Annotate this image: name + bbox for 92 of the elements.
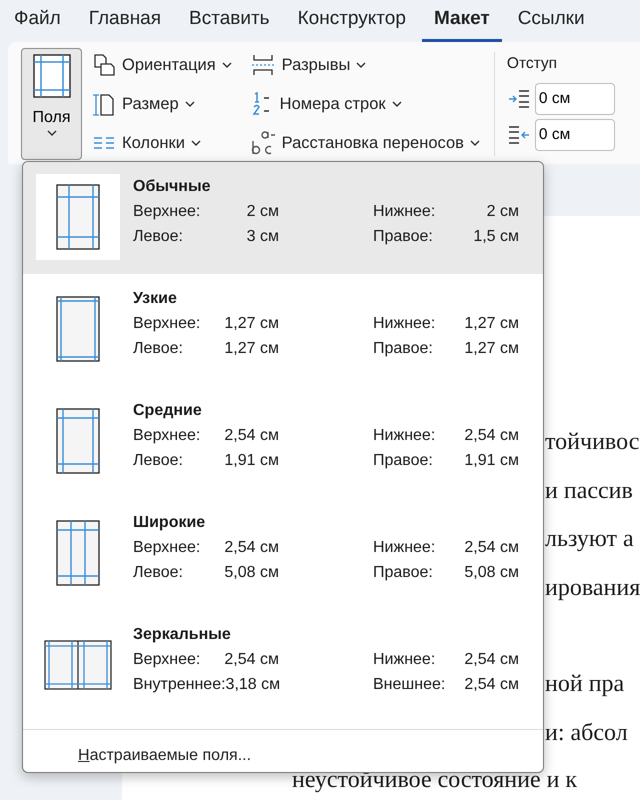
caret-icon	[222, 62, 232, 68]
margin-value: 2,54 см	[464, 538, 519, 558]
margin-label: Нижнее:	[373, 314, 436, 334]
ribbon-tab[interactable]: Ссылки	[506, 4, 597, 42]
ribbon-button[interactable]: Колонки	[90, 126, 234, 160]
ribbon-button[interactable]: Размер	[90, 87, 234, 121]
margin-value: 1,27 см	[224, 339, 279, 359]
hyphenation-icon	[250, 129, 276, 157]
text-fragment: и пассив	[545, 478, 633, 504]
margin-label: Нижнее:	[373, 650, 436, 670]
margin-value: 1,5 см	[473, 227, 519, 247]
ribbon-button[interactable]: Номера строк	[248, 87, 482, 121]
preset-name: Зеркальные	[133, 625, 232, 645]
ribbon-tab[interactable]: Главная	[76, 4, 174, 42]
margins-icon	[32, 54, 70, 98]
ribbon-tab[interactable]: Файл	[2, 4, 73, 42]
margin-label: Верхнее:	[133, 202, 200, 222]
text-fragment: ирования	[545, 574, 640, 600]
preset-name: Средние	[133, 401, 203, 421]
margin-value: 2,54 см	[224, 426, 279, 446]
margin-label: Правое:	[373, 563, 433, 583]
margin-value: 1,27 см	[224, 314, 279, 334]
margin-preset[interactable]: Широкие Верхнее: 2,54 см Нижнее: 2,54 см Левое: 5,08 см Правое: 5,08 см	[23, 498, 543, 610]
page-margins-icon	[56, 408, 100, 474]
margin-value: 2,54 см	[464, 675, 519, 695]
custom-margins-link[interactable]: Настраиваемые поля...	[78, 744, 252, 768]
ribbon-tab[interactable]: Конструктор	[286, 4, 418, 42]
indent-field[interactable]: 0 см	[534, 119, 615, 152]
margin-label: Левое:	[133, 227, 183, 247]
margin-preset[interactable]: Обычные Верхнее: 2 см Нижнее: 2 см Левое: 3 см Правое: 1,5 см	[23, 162, 543, 274]
margin-value: 2 см	[246, 202, 279, 222]
margin-value: 2,54 см	[464, 650, 519, 670]
margin-label: Правое:	[373, 227, 433, 247]
preset-name: Широкие	[133, 513, 206, 533]
group-label: Отступ	[506, 54, 558, 74]
text-line: неустойчивое состояние и к	[292, 767, 578, 793]
ribbon-button[interactable]: Ориентация	[90, 48, 234, 82]
page-break-icon	[250, 53, 276, 77]
preset-name: Узкие	[133, 289, 178, 309]
margin-label: Внутреннее:	[133, 675, 226, 695]
margin-label: Нижнее:	[373, 426, 436, 446]
margin-label: Нижнее:	[373, 538, 436, 558]
caret-icon	[392, 101, 402, 107]
margin-label: Левое:	[133, 563, 183, 583]
margin-label: Верхнее:	[133, 538, 200, 558]
text-fragment: тойчивос	[545, 429, 640, 455]
margin-label: Правое:	[373, 339, 433, 359]
caret-icon	[46, 130, 56, 136]
ribbon-button[interactable]: Расстановка переносов	[248, 126, 482, 160]
page-margins-icon	[44, 640, 112, 690]
caret-icon	[356, 62, 366, 68]
page-margins-icon	[56, 296, 100, 362]
margin-label: Верхнее:	[133, 314, 200, 334]
margin-label: Левое:	[133, 339, 183, 359]
caret-icon	[184, 101, 195, 107]
margin-label: Верхнее:	[133, 426, 200, 446]
page-margins-icon	[56, 184, 100, 250]
margin-value: 1,91 см	[224, 451, 279, 471]
margin-label: Верхнее:	[133, 650, 200, 670]
text-fragment: и: абсол	[545, 720, 628, 746]
ribbon-tab[interactable]: Вставить	[177, 4, 282, 42]
margin-label: Левое:	[133, 451, 183, 471]
margins-button[interactable]: Поля	[21, 48, 82, 160]
indent-right-icon	[506, 125, 531, 146]
margin-label: Нижнее:	[373, 202, 436, 222]
margin-value: 1,27 см	[464, 339, 519, 359]
indent-left-icon	[506, 89, 531, 110]
margin-value: 2,54 см	[464, 426, 519, 446]
orientation-icon	[92, 53, 116, 77]
margin-value: 5,08 см	[224, 563, 279, 583]
margin-value: 2 см	[486, 202, 519, 222]
preset-name: Обычные	[133, 177, 212, 197]
margin-label: Правое:	[373, 451, 433, 471]
margin-preset[interactable]: Зеркальные Верхнее: 2,54 см Нижнее: 2,54 см Внутреннее:3,18 см Внешнее: 2,54 см	[23, 610, 543, 722]
margin-value: 1,27 см	[464, 314, 519, 334]
margin-value: 3 см	[246, 227, 279, 247]
page-margins-icon	[56, 520, 100, 586]
margin-value: 2,54 см	[224, 538, 279, 558]
text-fragment: льзуют а	[545, 526, 634, 552]
margin-preset[interactable]: Узкие Верхнее: 1,27 см Нижнее: 1,27 см Левое: 1,27 см Правое: 1,27 см	[23, 274, 543, 386]
ribbon-button[interactable]: Разрывы	[248, 48, 482, 82]
caret-icon	[470, 140, 480, 146]
margin-value: 3,18 см	[226, 675, 280, 695]
columns-icon	[92, 135, 116, 151]
margin-value: 2,54 см	[224, 650, 279, 670]
margin-label: Внешнее:	[373, 675, 446, 695]
indent-field[interactable]: 0 см	[534, 83, 615, 116]
caret-icon	[190, 140, 201, 146]
margin-value: 1,91 см	[464, 451, 519, 471]
margin-preset[interactable]: Средние Верхнее: 2,54 см Нижнее: 2,54 см Левое: 1,91 см Правое: 1,91 см	[23, 386, 543, 498]
margin-value: 5,08 см	[464, 563, 519, 583]
text-fragment: ной пра	[545, 671, 624, 697]
